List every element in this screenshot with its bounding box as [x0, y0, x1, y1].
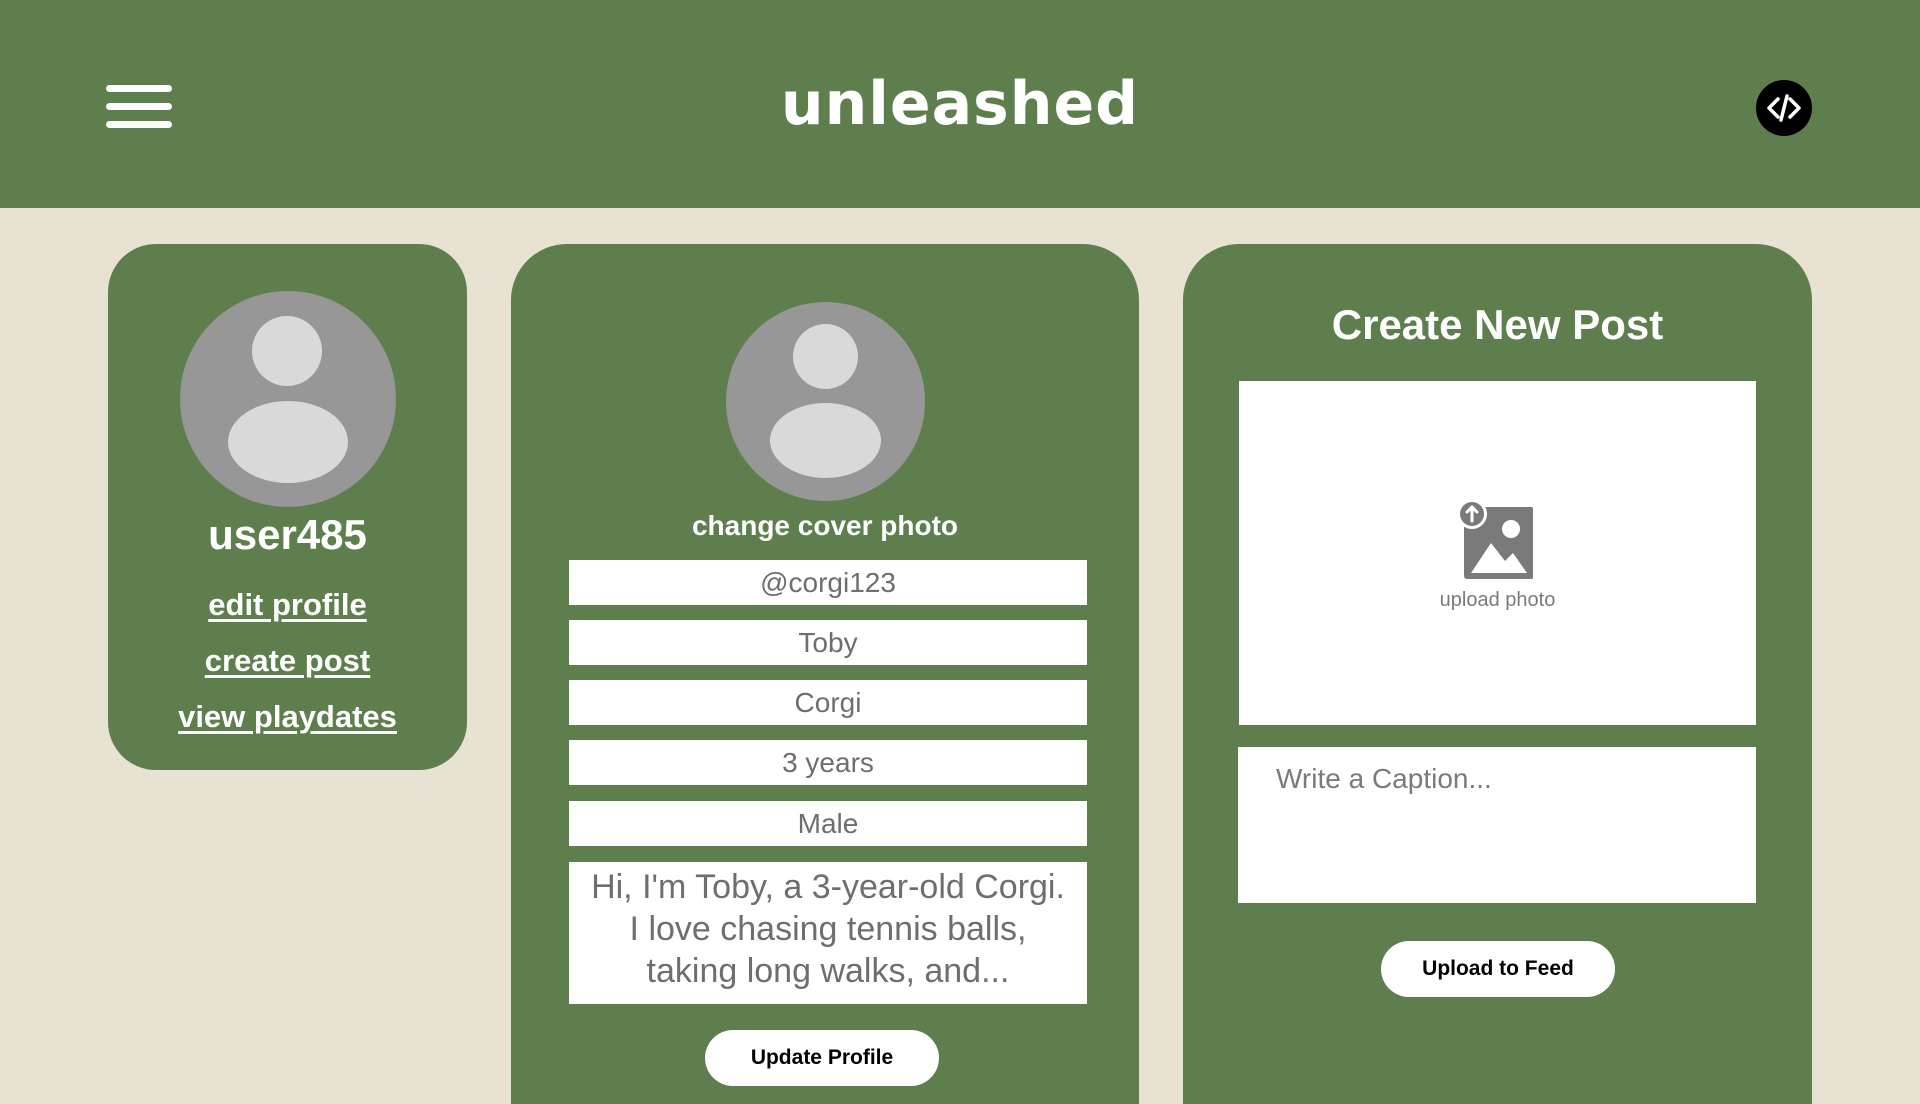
edit-profile-link[interactable]: edit profile: [108, 586, 467, 624]
create-post-title: Create New Post: [1331, 301, 1664, 348]
avatar-head-shape: [252, 316, 322, 386]
view-playdates-link[interactable]: view playdates: [108, 698, 467, 736]
upload-photo-label: upload photo: [1439, 589, 1556, 611]
caption-input[interactable]: [1238, 747, 1756, 903]
top-header: unleashed: [0, 0, 1920, 208]
code-brackets-icon[interactable]: [1756, 80, 1812, 136]
user-avatar: [180, 291, 396, 507]
app-title: unleashed: [780, 69, 1140, 139]
photo-upload-area[interactable]: upload photo: [1239, 381, 1756, 725]
upload-to-feed-button[interactable]: Upload to Feed: [1381, 941, 1615, 997]
age-field[interactable]: [569, 740, 1087, 785]
image-upload-icon: [1457, 499, 1534, 579]
create-post-card: Create New Post upload photo Upload to F…: [1183, 244, 1812, 1104]
pet-name-field[interactable]: [569, 620, 1087, 665]
breed-field[interactable]: [569, 680, 1087, 725]
handle-field[interactable]: [569, 560, 1087, 605]
create-post-link[interactable]: create post: [108, 642, 467, 680]
avatar-body-shape: [770, 403, 881, 478]
cover-photo-avatar[interactable]: [726, 302, 925, 501]
username-label: user485: [208, 511, 367, 558]
bio-field[interactable]: Hi, I'm Toby, a 3-year-old Corgi. I love…: [569, 862, 1087, 1004]
change-cover-photo-link[interactable]: change cover photo: [511, 508, 1139, 544]
avatar-head-shape: [793, 324, 858, 389]
gender-field[interactable]: [569, 801, 1087, 846]
profile-sidebar-card: user485 edit profile create post view pl…: [108, 244, 467, 770]
avatar-body-shape: [228, 401, 348, 483]
update-profile-button[interactable]: Update Profile: [705, 1030, 939, 1086]
edit-profile-card: change cover photo Hi, I'm Toby, a 3-yea…: [511, 244, 1139, 1104]
